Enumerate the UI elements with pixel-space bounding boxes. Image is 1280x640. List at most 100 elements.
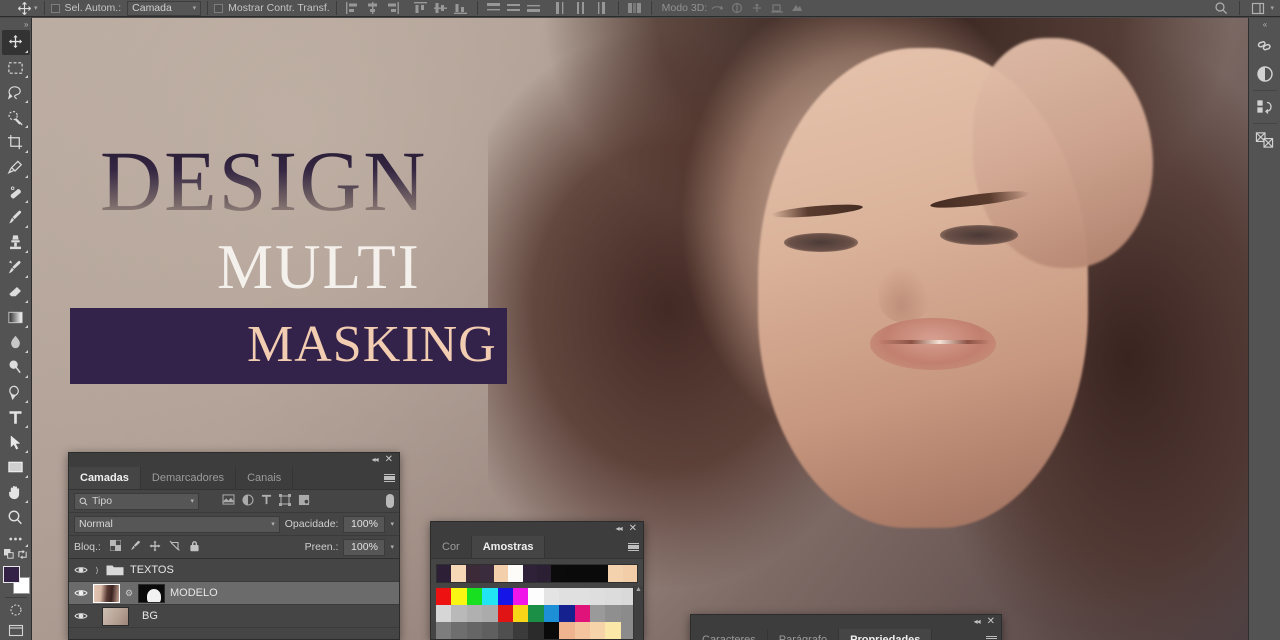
expand-panel-icon[interactable]: » xyxy=(0,18,32,30)
swatch-0-2[interactable] xyxy=(466,588,483,605)
panel-menu-icon[interactable] xyxy=(379,467,399,489)
eye-icon[interactable] xyxy=(73,586,88,601)
tab-paragrafo[interactable]: Parágrafo xyxy=(768,629,840,640)
distribute-right-edges-icon[interactable] xyxy=(592,1,612,16)
rotate-3d-icon[interactable] xyxy=(707,1,727,16)
swatch-2-8[interactable] xyxy=(559,622,575,639)
swatch-2-10[interactable] xyxy=(589,622,606,639)
swatch-0-1[interactable] xyxy=(451,588,467,605)
swatch-recent-7[interactable] xyxy=(536,565,552,582)
sidebar-item-dodge-tool[interactable] xyxy=(2,355,30,380)
tab-propriedades[interactable]: Propriedades xyxy=(839,629,933,640)
swatch-recent-13[interactable] xyxy=(622,565,637,582)
layer-thumbnail[interactable] xyxy=(102,606,129,626)
swatch-recent-11[interactable] xyxy=(594,565,609,582)
lock-all-icon[interactable] xyxy=(189,540,200,555)
swatch-recent-1[interactable] xyxy=(451,565,466,582)
sidebar-item-pen-tool[interactable] xyxy=(2,380,30,405)
swatch-recent-2[interactable] xyxy=(465,565,480,582)
pan-3d-icon[interactable] xyxy=(747,1,767,16)
filter-pixel-icon[interactable] xyxy=(222,494,235,508)
swatch-1-2[interactable] xyxy=(466,605,483,622)
slide-3d-icon[interactable] xyxy=(767,1,787,16)
distribute-horizontal-centers-icon[interactable] xyxy=(572,1,592,16)
distribute-vertical-centers-icon[interactable] xyxy=(504,1,524,16)
scale-3d-icon[interactable] xyxy=(787,1,807,16)
align-horizontal-centers-icon[interactable] xyxy=(363,1,383,16)
sidebar-item-quick-selection-tool[interactable] xyxy=(2,105,30,130)
align-right-edges-icon[interactable] xyxy=(383,1,403,16)
close-icon[interactable]: ✕ xyxy=(385,455,393,465)
workspace-switcher-icon[interactable] xyxy=(1248,1,1268,16)
collapse-panels-icon[interactable]: « xyxy=(1249,18,1280,30)
filter-adjustment-icon[interactable] xyxy=(242,493,254,509)
swatch-1-0[interactable] xyxy=(436,605,452,622)
sidebar-item-move-tool[interactable] xyxy=(1,30,30,56)
filter-shape-icon[interactable] xyxy=(278,493,292,509)
filter-smart-object-icon[interactable] xyxy=(298,494,310,509)
quick-mask-icon[interactable] xyxy=(2,600,30,621)
eye-icon[interactable] xyxy=(73,563,88,578)
chevron-right-icon[interactable]: ⟩ xyxy=(93,566,101,575)
swatch-2-4[interactable] xyxy=(497,622,513,639)
swatch-2-1[interactable] xyxy=(451,622,467,639)
swatch-0-10[interactable] xyxy=(589,588,606,605)
tab-cor[interactable]: Cor xyxy=(431,536,472,558)
sidebar-item-rectangle-tool[interactable] xyxy=(2,455,30,480)
layer-thumbnail[interactable] xyxy=(93,583,120,603)
tab-camadas[interactable]: Camadas xyxy=(69,467,141,489)
swatch-recent-6[interactable] xyxy=(522,565,537,582)
sidebar-item-rectangular-marquee-tool[interactable] xyxy=(2,55,30,80)
align-top-edges-icon[interactable] xyxy=(411,1,431,16)
cc-libraries-icon[interactable] xyxy=(1252,33,1278,59)
swatch-0-6[interactable] xyxy=(528,588,544,605)
tab-caracteres[interactable]: Caracteres xyxy=(691,629,768,640)
swatch-0-8[interactable] xyxy=(559,588,575,605)
sidebar-item-blur-tool[interactable] xyxy=(2,330,30,355)
align-bottom-edges-icon[interactable] xyxy=(451,1,471,16)
sidebar-item-brush-tool[interactable] xyxy=(2,205,30,230)
sidebar-item-history-brush-tool[interactable] xyxy=(2,255,30,280)
close-icon[interactable]: ✕ xyxy=(629,524,637,534)
swatch-1-3[interactable] xyxy=(482,605,498,622)
swatch-1-7[interactable] xyxy=(543,605,560,622)
swatch-2-3[interactable] xyxy=(482,622,498,639)
lock-position-icon[interactable] xyxy=(149,540,161,555)
roll-3d-icon[interactable] xyxy=(727,1,747,16)
swatch-0-0[interactable] xyxy=(436,588,452,605)
swatch-1-8[interactable] xyxy=(559,605,575,622)
panel-menu-icon[interactable] xyxy=(623,536,643,558)
swatch-recent-9[interactable] xyxy=(565,565,580,582)
layer-comps-icon[interactable] xyxy=(1252,127,1278,153)
auto-select-checkbox[interactable] xyxy=(50,3,60,13)
swatch-library-grid[interactable] xyxy=(436,588,638,639)
swatch-2-5[interactable] xyxy=(512,622,529,639)
layer-mask-thumbnail[interactable] xyxy=(138,583,165,603)
fill-input[interactable]: 100% xyxy=(343,538,386,556)
collapse-icon[interactable]: ◂◂ xyxy=(616,525,623,533)
sidebar-item-lasso-tool[interactable] xyxy=(2,80,30,105)
opacity-input[interactable]: 100% xyxy=(343,515,386,533)
swatch-recent-4[interactable] xyxy=(494,565,509,582)
show-transform-checkbox[interactable] xyxy=(214,3,224,13)
swatch-0-9[interactable] xyxy=(574,588,590,605)
screen-mode-icon[interactable] xyxy=(2,621,30,640)
foreground-color-swatch[interactable] xyxy=(2,566,20,584)
swatch-0-7[interactable] xyxy=(543,588,560,605)
close-icon[interactable]: ✕ xyxy=(987,617,995,627)
filter-kind-select[interactable]: Tipo ▾ xyxy=(74,492,199,510)
swatch-1-4[interactable] xyxy=(497,605,513,622)
panel-menu-icon[interactable] xyxy=(981,629,1001,640)
swatch-2-9[interactable] xyxy=(574,622,590,639)
table-row[interactable]: BG xyxy=(69,605,399,628)
distribute-top-edges-icon[interactable] xyxy=(484,1,504,16)
default-colors-icon[interactable] xyxy=(3,547,15,565)
swap-colors-icon[interactable] xyxy=(17,547,28,565)
scrollbar[interactable]: ▲ xyxy=(633,586,643,640)
more-tools-button[interactable] xyxy=(2,530,30,549)
search-icon[interactable] xyxy=(1211,1,1231,16)
swatch-2-11[interactable] xyxy=(605,622,621,639)
lock-transparent-pixels-icon[interactable] xyxy=(109,539,122,554)
lock-image-pixels-icon[interactable] xyxy=(129,540,141,555)
half-circle-icon[interactable] xyxy=(1252,61,1278,87)
